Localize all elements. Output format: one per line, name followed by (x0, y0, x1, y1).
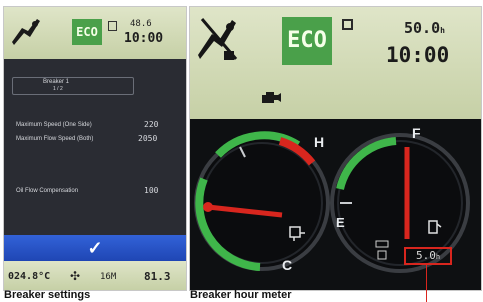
confirm-button[interactable]: ✓ (4, 235, 186, 261)
setting-label: Oil Flow Compensation (16, 188, 79, 194)
hour-meter-icon (108, 21, 117, 31)
status-bar: 024.8°C ✣ 16M 81.3 (4, 261, 186, 290)
status-mode: 16M (100, 272, 117, 282)
menu-title-box[interactable]: Breaker 1 1 / 2 (12, 77, 134, 95)
breaker-settings-screen: ECO 48.6 10:00 Breaker 1 1 / 2 Maximum S… (3, 6, 187, 291)
hours-unit: h (440, 26, 445, 35)
breaker-hour-meter-caption: Breaker hour meter (190, 289, 292, 301)
fuel-pump-icon (428, 220, 442, 234)
setting-label: Maximum Flow Speed (Both) (16, 136, 94, 142)
top-value: 48.6 (130, 19, 152, 29)
status-temperature: 024.8°C (8, 271, 51, 282)
settings-row[interactable]: Oil Flow Compensation 100 (4, 185, 186, 197)
fan-icon: ✣ (70, 269, 81, 283)
fuel-full-label: F (412, 125, 421, 141)
coolant-cold-label: C (282, 257, 293, 273)
status-hours: 81.3 (144, 270, 171, 283)
setting-label: Maximum Speed (One Side) (16, 122, 92, 128)
fuel-empty-label: E (336, 215, 345, 230)
hours-readout: 50.0h (404, 19, 445, 37)
confirm-check-icon: ✓ (87, 238, 103, 258)
header-bar: ECO 50.0h 10:00 (190, 7, 481, 119)
eco-mode-indicator: ECO (72, 19, 102, 45)
menu-subtitle: 1 / 2 (53, 86, 63, 92)
eco-mode-indicator: ECO (282, 17, 332, 65)
hour-meter-icon (342, 19, 353, 30)
breaker-hours-icon (375, 240, 389, 260)
breaker-hours-value: 5.0 (415, 249, 436, 262)
setting-value: 220 (144, 120, 159, 129)
breaker-hour-meter-screen: ECO 50.0h 10:00 H C F E 5.0h (189, 6, 482, 291)
coolant-icon (289, 226, 305, 241)
menu-title: Breaker 1 (43, 79, 70, 85)
breaker-attachment-icon (12, 19, 40, 45)
header-bar: ECO 48.6 10:00 (4, 7, 186, 59)
setting-value: 100 (144, 186, 159, 195)
clock: 10:00 (124, 31, 164, 46)
callout-line (426, 264, 427, 302)
coolant-hot-label: H (314, 134, 325, 150)
clock: 10:00 (386, 43, 450, 67)
breaker-attachment-icon (198, 18, 238, 60)
settings-row[interactable]: Maximum Speed (One Side) 220 (4, 119, 186, 131)
setting-value: 2050 (138, 134, 158, 143)
breaker-hours-readout: 5.0h (404, 247, 452, 265)
hours-value: 50.0 (404, 19, 441, 37)
engine-icon (262, 92, 281, 103)
breaker-settings-caption: Breaker settings (4, 289, 91, 301)
breaker-hours-unit: h (435, 253, 441, 261)
settings-row[interactable]: Maximum Flow Speed (Both) 2050 (4, 133, 186, 145)
settings-menu: Breaker 1 1 / 2 Maximum Speed (One Side)… (4, 59, 186, 235)
